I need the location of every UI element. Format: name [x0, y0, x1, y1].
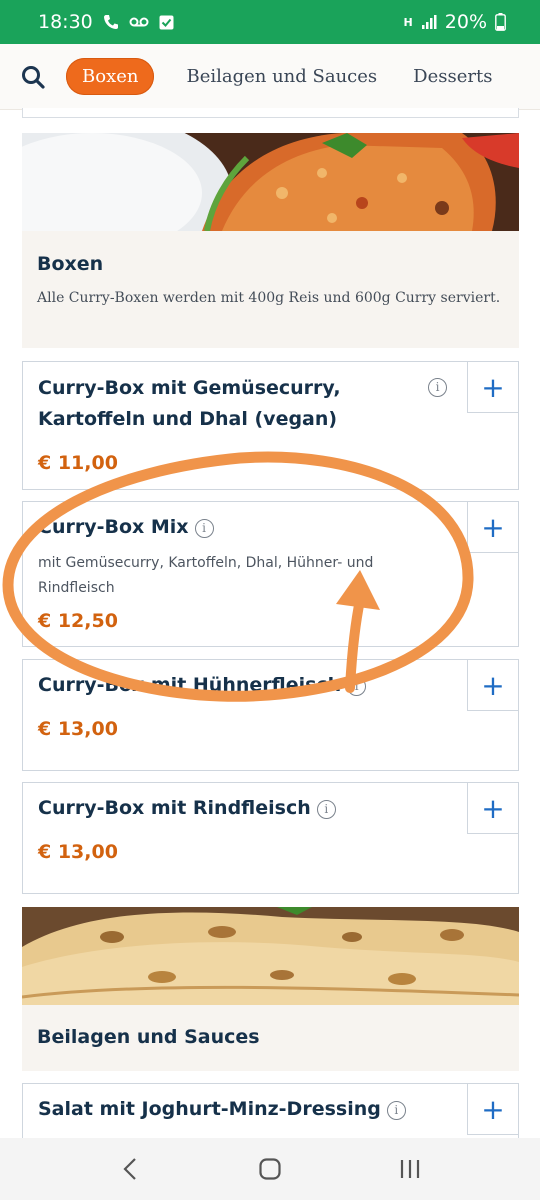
category-title: Beilagen und Sauces: [37, 1026, 260, 1048]
add-to-cart-button[interactable]: +: [467, 361, 519, 413]
checkbox-notification-icon: [159, 15, 174, 29]
phone-icon: [103, 15, 118, 29]
plus-icon: +: [481, 370, 505, 404]
category-description: Alle Curry-Boxen werden mit 400g Reis un…: [37, 290, 501, 306]
add-to-cart-button[interactable]: +: [467, 1083, 519, 1135]
system-navigation-bar: [0, 1138, 540, 1200]
back-icon: [123, 1158, 136, 1180]
back-button[interactable]: [110, 1149, 150, 1189]
search-icon: [22, 65, 45, 89]
menu-item-card[interactable]: Curry-Box Mix i mit Gemüsecurry, Kartoffe…: [22, 501, 519, 647]
plus-icon: +: [481, 1092, 505, 1126]
tab-boxen[interactable]: Boxen: [66, 58, 155, 95]
info-icon[interactable]: i: [386, 1101, 406, 1120]
recent-apps-button[interactable]: [390, 1149, 430, 1189]
category-header-beilagen: Beilagen und Sauces: [22, 907, 519, 1071]
tab-desserts[interactable]: Desserts: [413, 66, 492, 87]
recent-apps-icon: [400, 1160, 420, 1178]
add-to-cart-button[interactable]: +: [467, 782, 519, 834]
item-price: € 12,50: [38, 610, 118, 632]
status-time: 18:30: [38, 11, 93, 33]
info-icon[interactable]: i: [194, 519, 214, 538]
item-price: € 13,00: [38, 841, 118, 863]
voicemail-icon: [129, 17, 149, 27]
item-price: € 11,00: [38, 452, 118, 474]
network-type-icon: H: [403, 15, 413, 29]
previous-card-edge: [22, 108, 519, 118]
info-icon[interactable]: i: [347, 677, 367, 696]
add-to-cart-button[interactable]: +: [467, 659, 519, 711]
menu-item-card[interactable]: Curry-Box mit Rindfleisch i € 13,00 +: [22, 782, 519, 894]
signal-icon: [421, 15, 437, 29]
add-to-cart-button[interactable]: +: [467, 501, 519, 553]
category-nav: Boxen Beilagen und Sauces Desserts: [0, 44, 540, 110]
home-button[interactable]: [250, 1149, 290, 1189]
category-header-boxen: Boxen Alle Curry-Boxen werden mit 400g R…: [22, 133, 519, 348]
curry-rice-image: [22, 133, 519, 231]
info-icon[interactable]: i: [428, 378, 447, 397]
item-title: Curry-Box mit Rindfleisch i: [38, 793, 336, 824]
tab-beilagen-und-sauces[interactable]: Beilagen und Sauces: [186, 66, 377, 87]
menu-item-card[interactable]: Salat mit Joghurt-Minz-Dressing i +: [22, 1083, 519, 1143]
status-bar: 18:30 H 20%: [0, 0, 540, 44]
item-title: Curry-Box mit Hühnerfleisch i: [38, 670, 367, 701]
search-button[interactable]: [20, 64, 46, 90]
home-icon: [259, 1158, 281, 1180]
plus-icon: +: [481, 668, 505, 702]
item-description: mit Gemüsecurry, Kartoffeln, Dhal, Hühne…: [38, 555, 374, 596]
battery-icon: [495, 13, 506, 31]
category-title: Boxen: [37, 253, 104, 275]
menu-item-card[interactable]: Curry-Box mit Hühnerfleisch i € 13,00 +: [22, 659, 519, 771]
item-title: Curry-Box Mix i: [38, 512, 214, 543]
battery-percentage: 20%: [444, 11, 487, 33]
item-title: Salat mit Joghurt-Minz-Dressing i: [38, 1094, 406, 1125]
item-price: € 13,00: [38, 718, 118, 740]
plus-icon: +: [481, 791, 505, 825]
info-icon[interactable]: i: [316, 800, 336, 819]
item-title: Curry-Box mit Gemüsecurry, Kartoffeln un…: [38, 377, 341, 430]
naan-bread-image: [22, 907, 519, 1005]
plus-icon: +: [481, 510, 505, 544]
menu-item-card[interactable]: Curry-Box mit Gemüsecurry, Kartoffeln un…: [22, 361, 519, 490]
